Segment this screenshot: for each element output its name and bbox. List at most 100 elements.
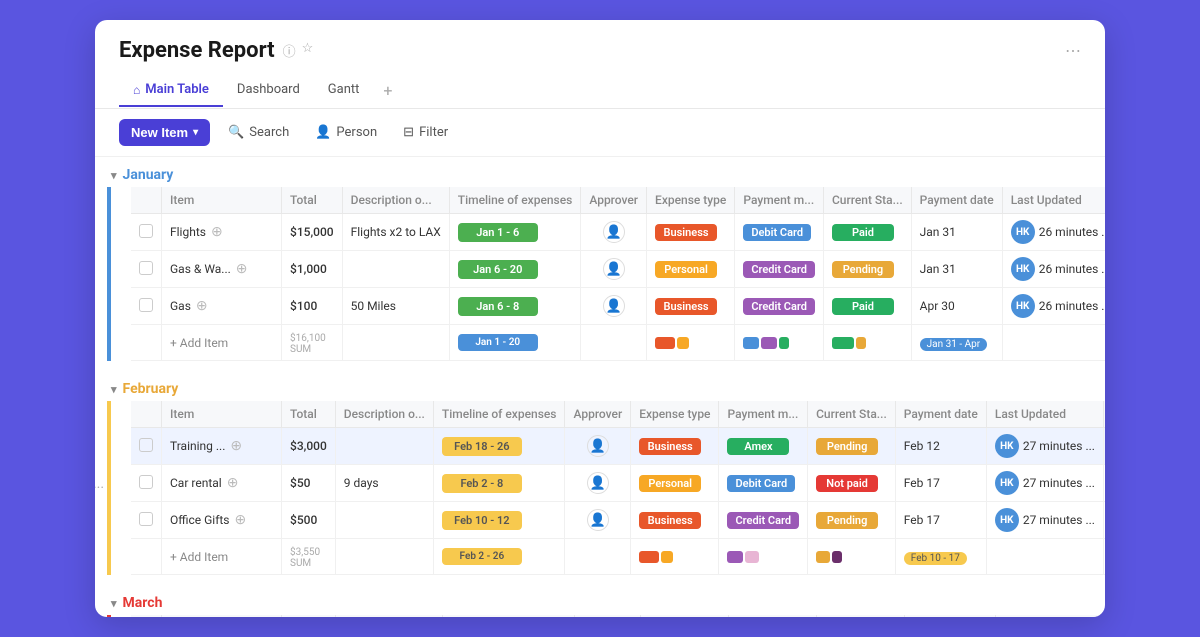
group-march-content: Item Total Description o... Timeline of … bbox=[107, 615, 1105, 617]
timeline-bar: Feb 18 - 26 bbox=[442, 437, 522, 456]
expense-type-badge: Personal bbox=[655, 261, 717, 278]
col-payment-header: Payment m... bbox=[719, 401, 808, 428]
table-row: Flights⊕ $15,000 Flights x2 to LAX Jan 1… bbox=[131, 214, 1105, 251]
header-more-icon[interactable]: ⋯ bbox=[1065, 41, 1081, 60]
add-row-icon[interactable]: ⊕ bbox=[230, 438, 242, 454]
col-timeline-header: Timeline of expenses bbox=[449, 187, 581, 214]
add-row-icon[interactable]: ⊕ bbox=[196, 298, 208, 314]
avatar: HK bbox=[1011, 220, 1035, 244]
table-row: Training ...⊕ $3,000 Feb 18 - 26 👤 Busin… bbox=[131, 428, 1105, 465]
add-item-label[interactable]: + Add Item bbox=[162, 325, 282, 361]
approver-avatar: 👤 bbox=[587, 435, 609, 457]
col-date-header: Payment date bbox=[911, 187, 1002, 214]
row-checkbox[interactable] bbox=[139, 298, 153, 312]
tab-main-table[interactable]: ⌂ Main Table bbox=[119, 74, 223, 107]
col-total-header: Total bbox=[282, 615, 336, 617]
last-updated-cell: HK 27 minutes ... bbox=[987, 502, 1104, 538]
total-cell: $500 bbox=[282, 502, 336, 539]
expense-type-badge: Business bbox=[655, 224, 717, 241]
col-checkbox bbox=[131, 401, 162, 428]
table-row: Gas & Wa...⊕ $1,000 Jan 6 - 20 👤 Persona… bbox=[131, 251, 1105, 288]
add-row-icon[interactable]: ⊕ bbox=[211, 224, 223, 240]
payment-date-cell: Feb 12 bbox=[895, 428, 986, 465]
filter-button[interactable]: ⊟ Filter bbox=[395, 120, 456, 145]
expense-type-badge: Business bbox=[639, 512, 701, 529]
status-badge: Pending bbox=[816, 438, 878, 455]
row-checkbox[interactable] bbox=[139, 224, 153, 238]
desc-cell: 50 Miles bbox=[342, 288, 449, 325]
group-january: ▾ January Item Total Description o... Ti… bbox=[95, 157, 1105, 361]
col-updated-header: Last Updated bbox=[986, 401, 1104, 428]
person-filter-button[interactable]: 👤 Person bbox=[307, 120, 385, 145]
avatar: HK bbox=[995, 434, 1019, 458]
add-row-icon[interactable]: ⊕ bbox=[235, 512, 247, 528]
tab-dashboard[interactable]: Dashboard bbox=[223, 74, 314, 107]
add-item-row[interactable]: + Add Item $3,550SUM Feb 2 - 26 bbox=[131, 539, 1105, 575]
col-updated-header: Last Updated bbox=[1002, 187, 1105, 214]
timeline-bar: Feb 10 - 12 bbox=[442, 511, 522, 530]
january-table: Item Total Description o... Timeline of … bbox=[131, 187, 1105, 361]
group-march-header[interactable]: ▾ March bbox=[95, 585, 1105, 615]
summary-date-badge: Feb 10 - 17 bbox=[904, 552, 967, 565]
new-item-button[interactable]: New Item ▾ bbox=[119, 119, 210, 146]
search-button[interactable]: 🔍 Search bbox=[220, 120, 297, 145]
payment-method-badge: Amex bbox=[727, 438, 789, 455]
approver-avatar: 👤 bbox=[587, 509, 609, 531]
march-table: Item Total Description o... Timeline of … bbox=[131, 615, 1105, 617]
approver-avatar: 👤 bbox=[603, 258, 625, 280]
col-desc-header: Description o... bbox=[342, 187, 449, 214]
item-name: Training ...⊕ bbox=[170, 438, 273, 454]
table-row: Gas⊕ $100 50 Miles Jan 6 - 8 👤 Business … bbox=[131, 288, 1105, 325]
info-icon[interactable]: ⓘ bbox=[283, 41, 296, 60]
total-cell: $3,000 bbox=[282, 428, 336, 465]
header: Expense Report ⓘ ☆ ⋯ ⌂ Main Table Dashbo… bbox=[95, 20, 1105, 109]
group-more-icon[interactable]: ··· bbox=[95, 480, 104, 496]
col-item-header: Item bbox=[162, 187, 282, 214]
avatar: HK bbox=[995, 471, 1019, 495]
col-add-header[interactable]: + bbox=[1104, 401, 1105, 428]
col-checkbox bbox=[131, 615, 162, 617]
col-expense-header: Expense type bbox=[647, 187, 735, 214]
col-expense-header: Expense type bbox=[631, 401, 719, 428]
group-january-content: Item Total Description o... Timeline of … bbox=[107, 187, 1105, 361]
row-checkbox[interactable] bbox=[139, 261, 153, 275]
col-desc-header: Description o... bbox=[335, 401, 433, 428]
group-march-chevron-icon: ▾ bbox=[111, 597, 117, 610]
avatar: HK bbox=[995, 508, 1019, 532]
status-badge: Not paid bbox=[816, 475, 878, 492]
january-header-row: Item Total Description o... Timeline of … bbox=[131, 187, 1105, 214]
group-january-title: January bbox=[123, 167, 174, 183]
row-checkbox[interactable] bbox=[139, 438, 153, 452]
timeline-bar: Jan 6 - 8 bbox=[458, 297, 538, 316]
total-cell: $100 bbox=[282, 288, 343, 325]
add-item-row[interactable]: + Add Item $16,100SUM Jan 1 - 20 bbox=[131, 325, 1105, 361]
row-checkbox[interactable] bbox=[139, 475, 153, 489]
star-icon[interactable]: ☆ bbox=[302, 41, 314, 60]
february-table: Item Total Description o... Timeline of … bbox=[131, 401, 1105, 575]
payment-date-cell: Feb 17 bbox=[895, 502, 986, 539]
desc-cell: 9 days bbox=[335, 465, 433, 502]
february-header-row: Item Total Description o... Timeline of … bbox=[131, 401, 1105, 428]
row-checkbox[interactable] bbox=[139, 512, 153, 526]
col-status-header: Current Sta... bbox=[808, 401, 896, 428]
add-item-label[interactable]: + Add Item bbox=[162, 539, 282, 575]
col-expense-header: Expense type bbox=[640, 615, 728, 617]
page-title: Expense Report bbox=[119, 38, 275, 63]
col-date-header: Payment date bbox=[904, 615, 995, 617]
group-february-chevron-icon: ▾ bbox=[111, 383, 117, 396]
avatar: HK bbox=[1011, 294, 1035, 318]
total-cell: $15,000 bbox=[282, 214, 343, 251]
expense-type-badge: Personal bbox=[639, 475, 701, 492]
tab-add-button[interactable]: + bbox=[373, 73, 402, 108]
status-badge: Pending bbox=[832, 261, 894, 278]
add-row-icon[interactable]: ⊕ bbox=[227, 475, 239, 491]
march-header-row: Item Total Description o... Timeline of … bbox=[131, 615, 1105, 617]
col-payment-header: Payment m... bbox=[728, 615, 816, 617]
tab-gantt[interactable]: Gantt bbox=[314, 74, 374, 107]
col-status-header: Current Sta... bbox=[823, 187, 911, 214]
group-january-header[interactable]: ▾ January bbox=[95, 157, 1105, 187]
add-row-icon[interactable]: ⊕ bbox=[236, 261, 248, 277]
col-approver-header: Approver bbox=[574, 615, 640, 617]
group-february-header[interactable]: ▾ February bbox=[95, 371, 1105, 401]
tabs-bar: ⌂ Main Table Dashboard Gantt + bbox=[119, 73, 1081, 108]
